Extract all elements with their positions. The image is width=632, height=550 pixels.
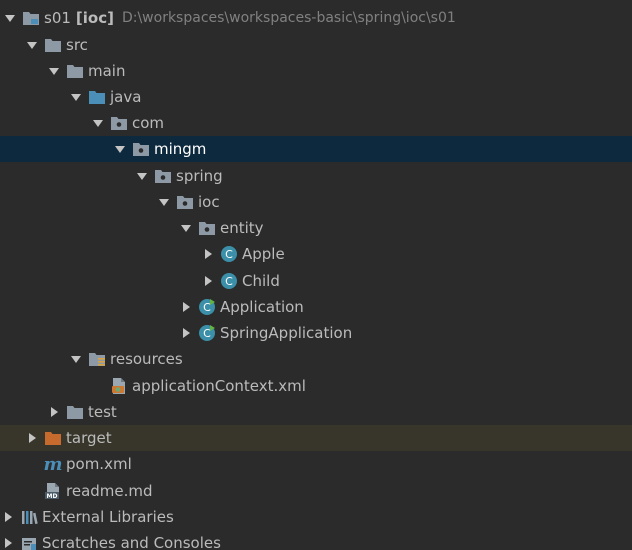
spring-xml-file-icon xyxy=(110,377,128,395)
expand-arrow-icon[interactable] xyxy=(178,220,194,236)
tree-label: target xyxy=(66,429,112,447)
collapse-arrow-icon[interactable] xyxy=(200,273,216,289)
tree-row-external-libraries[interactable]: External Libraries xyxy=(0,504,632,530)
package-icon xyxy=(132,140,150,158)
tree-row-application[interactable]: C Application xyxy=(0,294,632,320)
maven-file-icon: m xyxy=(44,455,62,473)
expand-arrow-icon[interactable] xyxy=(46,63,62,79)
collapse-arrow-icon[interactable] xyxy=(0,509,16,525)
tree-label: Child xyxy=(242,272,280,290)
tree-row-test[interactable]: test xyxy=(0,399,632,425)
tree-label: com xyxy=(132,114,165,132)
module-path: D:\workspaces\workspaces-basic\spring\io… xyxy=(121,10,456,26)
tree-label: Application xyxy=(220,298,304,316)
expand-arrow-icon[interactable] xyxy=(2,10,18,26)
folder-icon xyxy=(66,403,84,421)
tree-row-entity[interactable]: entity xyxy=(0,215,632,241)
tree-label: ioc xyxy=(198,193,220,211)
folder-icon xyxy=(66,62,84,80)
class-icon: C xyxy=(220,245,238,263)
expand-arrow-icon[interactable] xyxy=(68,89,84,105)
class-letter: C xyxy=(225,248,233,261)
class-icon: C xyxy=(220,272,238,290)
md-badge: MD xyxy=(47,493,58,500)
project-tree: s01 [ioc] D:\workspaces\workspaces-basic… xyxy=(0,0,632,550)
libraries-icon xyxy=(20,508,38,526)
tree-label: applicationContext.xml xyxy=(132,377,306,395)
module-folder-icon xyxy=(22,9,40,27)
tree-row-com[interactable]: com xyxy=(0,110,632,136)
runnable-class-icon: C xyxy=(198,324,216,342)
tree-row-spring-application[interactable]: C SpringApplication xyxy=(0,320,632,346)
package-icon xyxy=(110,114,128,132)
tree-label: spring xyxy=(176,167,223,185)
expand-arrow-icon[interactable] xyxy=(156,194,172,210)
excluded-folder-icon xyxy=(44,429,62,447)
module-name: s01 xyxy=(44,9,71,27)
tree-row-apple[interactable]: C Apple xyxy=(0,241,632,267)
module-tag: [ioc] xyxy=(75,9,114,27)
tree-row-java[interactable]: java xyxy=(0,84,632,110)
tree-label: Apple xyxy=(242,245,285,263)
tree-row-application-context[interactable]: applicationContext.xml xyxy=(0,373,632,399)
scratches-icon xyxy=(20,534,38,550)
package-icon xyxy=(198,219,216,237)
tree-row-src[interactable]: src xyxy=(0,32,632,58)
collapse-arrow-icon[interactable] xyxy=(178,299,194,315)
tree-row-spring[interactable]: spring xyxy=(0,163,632,189)
collapse-arrow-icon[interactable] xyxy=(200,246,216,262)
resources-folder-icon xyxy=(88,350,106,368)
class-letter: C xyxy=(203,301,211,314)
tree-row-s01[interactable]: s01 [ioc] D:\workspaces\workspaces-basic… xyxy=(0,5,632,31)
tree-label: resources xyxy=(110,350,183,368)
expand-arrow-icon[interactable] xyxy=(134,168,150,184)
folder-icon xyxy=(44,36,62,54)
runnable-class-icon: C xyxy=(198,298,216,316)
tree-label: mingm xyxy=(154,140,207,158)
tree-label: SpringApplication xyxy=(220,324,353,342)
tree-row-pom[interactable]: m pom.xml xyxy=(0,451,632,477)
class-letter: C xyxy=(203,327,211,340)
markdown-file-icon: MD xyxy=(44,482,62,500)
tree-row-scratches[interactable]: Scratches and Consoles xyxy=(0,530,632,550)
tree-label: pom.xml xyxy=(66,455,132,473)
tree-row-target[interactable]: target xyxy=(0,425,632,451)
expand-arrow-icon[interactable] xyxy=(24,37,40,53)
tree-label: External Libraries xyxy=(42,508,174,526)
expand-arrow-icon[interactable] xyxy=(90,115,106,131)
tree-row-resources[interactable]: resources xyxy=(0,346,632,372)
tree-label: src xyxy=(66,36,88,54)
tree-label: main xyxy=(88,62,126,80)
package-icon xyxy=(176,193,194,211)
tree-row-ioc[interactable]: ioc xyxy=(0,189,632,215)
tree-row-child[interactable]: C Child xyxy=(0,268,632,294)
maven-letter: m xyxy=(44,455,62,473)
tree-label: entity xyxy=(220,219,264,237)
class-letter: C xyxy=(225,275,233,288)
expand-arrow-icon[interactable] xyxy=(112,141,128,157)
source-folder-icon xyxy=(88,88,106,106)
tree-row-readme[interactable]: MD readme.md xyxy=(0,478,632,504)
collapse-arrow-icon[interactable] xyxy=(24,430,40,446)
collapse-arrow-icon[interactable] xyxy=(178,325,194,341)
package-icon xyxy=(154,167,172,185)
expand-arrow-icon[interactable] xyxy=(68,351,84,367)
tree-row-mingm[interactable]: mingm xyxy=(0,136,632,162)
collapse-arrow-icon[interactable] xyxy=(0,535,16,550)
tree-label: java xyxy=(110,88,142,106)
tree-label: Scratches and Consoles xyxy=(42,534,221,550)
collapse-arrow-icon[interactable] xyxy=(46,404,62,420)
tree-row-main[interactable]: main xyxy=(0,58,632,84)
tree-label: readme.md xyxy=(66,482,153,500)
tree-label: test xyxy=(88,403,117,421)
